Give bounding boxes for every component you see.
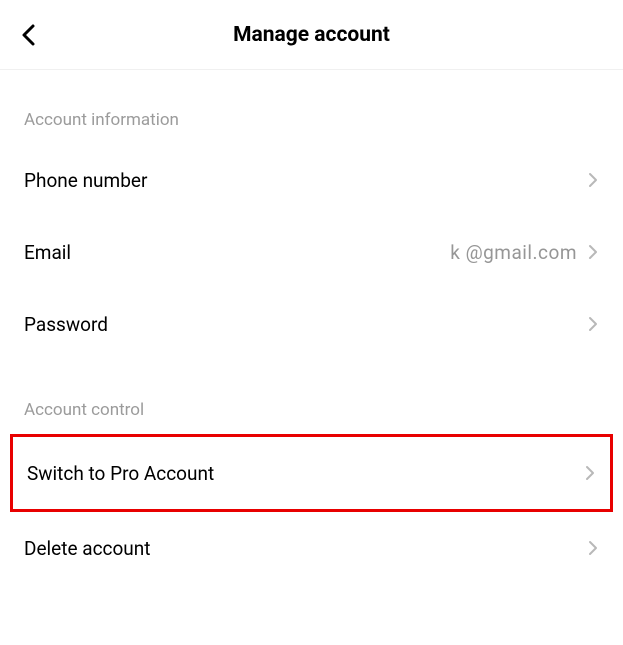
row-right (587, 315, 599, 333)
section-header-account-control: Account control (0, 360, 623, 434)
row-label: Email (24, 241, 71, 264)
chevron-right-icon (587, 171, 599, 189)
row-label: Delete account (24, 537, 151, 560)
row-label: Switch to Pro Account (27, 462, 214, 485)
page-title: Manage account (24, 23, 599, 47)
header: Manage account (0, 0, 623, 70)
row-password[interactable]: Password (0, 288, 623, 360)
row-right (587, 539, 599, 557)
chevron-left-icon (20, 23, 38, 47)
row-label: Phone number (24, 169, 147, 192)
row-switch-to-pro[interactable]: Switch to Pro Account (13, 437, 610, 509)
row-right (587, 171, 599, 189)
row-label: Password (24, 313, 108, 336)
chevron-right-icon (587, 315, 599, 333)
section-header-account-information: Account information (0, 70, 623, 144)
row-right (584, 464, 596, 482)
row-email[interactable]: Email k @gmail.com (0, 216, 623, 288)
row-phone-number[interactable]: Phone number (0, 144, 623, 216)
row-right: k @gmail.com (450, 241, 599, 264)
row-value: k @gmail.com (450, 241, 577, 264)
back-button[interactable] (20, 23, 38, 47)
chevron-right-icon (587, 243, 599, 261)
chevron-right-icon (587, 539, 599, 557)
highlight-box: Switch to Pro Account (10, 434, 613, 512)
row-delete-account[interactable]: Delete account (0, 512, 623, 584)
chevron-right-icon (584, 464, 596, 482)
